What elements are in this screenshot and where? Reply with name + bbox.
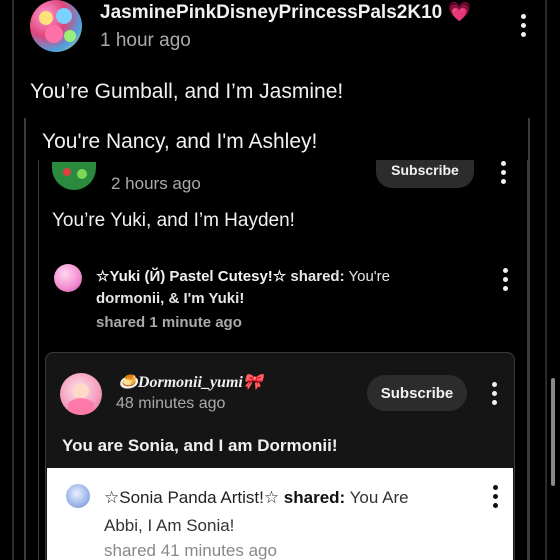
share-text-line1: You Are (345, 488, 409, 507)
avatar[interactable] (54, 264, 82, 292)
share-time: shared 1 minute ago (96, 314, 242, 331)
reply-time: 2 hours ago (111, 174, 201, 193)
avatar[interactable] (30, 0, 82, 52)
heart-icon: 💗 (447, 2, 472, 23)
outer-frame-right (528, 118, 530, 560)
share-text-line2: dormonii, & I'm Yuki! (96, 290, 245, 307)
share-text-line2: Abbi, I Am Sonia! (104, 516, 235, 535)
outer-frame-left (24, 118, 26, 560)
post-time: 1 hour ago (100, 30, 191, 51)
dormonii-author[interactable]: 🍮Dormonii_yumi🎀 (118, 372, 263, 392)
dormonii-text: You are Sonia, and I am Dormonii! (62, 436, 338, 455)
subscribe-button[interactable]: Subscribe (367, 375, 467, 411)
share-text: ☆Yuki (Й) Pastel Cutesy!☆ shared: You're… (96, 266, 496, 310)
post-author[interactable]: JasminePinkDisneyPrincessPals2K10 💗 (100, 0, 471, 24)
more-options-icon[interactable] (484, 379, 504, 407)
reply-text: You’re Yuki, and I’m Hayden! (52, 210, 295, 231)
nested-reply-text: You're Nancy, and I'm Ashley! (42, 130, 318, 153)
shared-word: shared: (279, 488, 346, 507)
share-text: ☆Sonia Panda Artist!☆ shared: You Are Ab… (104, 484, 494, 540)
more-options-icon[interactable] (495, 265, 515, 293)
share-author[interactable]: ☆Sonia Panda Artist!☆ (104, 488, 279, 507)
subscribe-button[interactable]: Subscribe (376, 160, 474, 188)
dormonii-time: 48 minutes ago (116, 395, 226, 412)
post-text: You’re Gumball, and I’m Jasmine! (30, 80, 344, 103)
avatar[interactable] (66, 484, 90, 508)
outer-frame-left-inner (12, 0, 14, 560)
share-author[interactable]: ☆Yuki (Й) Pastel Cutesy!☆ (96, 268, 286, 285)
more-options-icon[interactable] (485, 482, 505, 510)
avatar-anime-icon (68, 383, 94, 415)
share-time: shared 41 minutes ago (104, 541, 277, 560)
avatar-collage-icon (39, 8, 76, 43)
scrollbar-thumb[interactable] (551, 378, 555, 486)
outer-frame-right-inner (545, 0, 547, 560)
share-text-line1: You're (344, 268, 391, 285)
avatar[interactable] (60, 373, 102, 415)
more-options-icon[interactable] (493, 158, 513, 186)
author-name[interactable]: JasminePinkDisneyPrincessPals2K10 (100, 2, 442, 23)
shared-word: shared: (286, 268, 345, 285)
more-options-icon[interactable] (513, 11, 533, 39)
